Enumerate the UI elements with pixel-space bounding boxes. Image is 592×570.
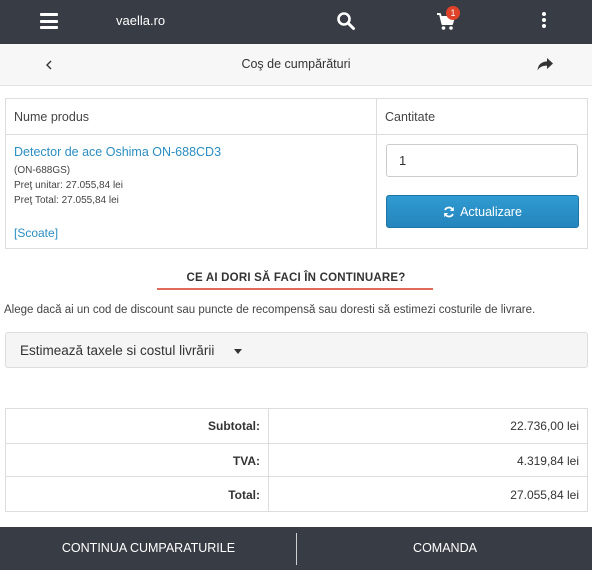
total-label: Total: — [228, 488, 260, 502]
share-icon[interactable] — [536, 56, 554, 72]
bottom-bar-divider — [296, 533, 297, 565]
continue-shopping-button[interactable]: CONTINUA CUMPARATURILE — [0, 527, 297, 570]
search-icon[interactable] — [336, 11, 356, 31]
cart-count-badge: 1 — [446, 6, 460, 20]
cart-table: Nume produs Cantitate Detector de ace Os… — [5, 98, 588, 249]
estimate-shipping-label: Estimează taxele si costul livrării — [20, 343, 215, 358]
vat-label: TVA: — [232, 454, 260, 468]
checkout-button[interactable]: COMANDA — [298, 527, 592, 570]
cart-table-header — [6, 99, 587, 135]
vat-value: 4.319,84 lei — [516, 454, 579, 468]
page-title: Coş de cumpărături — [241, 57, 351, 71]
remove-product-link[interactable]: [Scoate] — [14, 226, 58, 240]
caret-down-icon — [234, 349, 242, 354]
next-steps-description: Alege dacă ai un cod de discount sau pun… — [4, 304, 536, 316]
total-value: 27.055,84 lei — [510, 488, 579, 502]
heading-underline — [157, 288, 433, 290]
totals-row-total: Total: 27.055,84 lei — [6, 478, 587, 512]
col-header-product: Nume produs — [14, 110, 90, 124]
update-button[interactable]: Actualizare — [386, 195, 579, 228]
subtotal-value: 22.736,00 lei — [510, 419, 579, 433]
brand-name[interactable]: vaella.ro — [116, 13, 165, 28]
quantity-input[interactable] — [386, 144, 578, 177]
col-header-quantity: Cantitate — [385, 110, 436, 124]
product-total-price: Preţ Total: 27.055,84 lei — [14, 195, 119, 206]
column-divider — [376, 99, 377, 248]
top-bar: vaella.ro 1 — [0, 0, 592, 44]
estimate-shipping-toggle[interactable]: Estimează taxele si costul livrării — [5, 332, 588, 368]
totals-row-subtotal: Subtotal: 22.736,00 lei — [6, 409, 587, 443]
totals-row-vat: TVA: 4.319,84 lei — [6, 443, 587, 477]
totals-column-divider — [268, 409, 269, 511]
next-steps-heading: CE AI DORI SĂ FACI ÎN CONTINUARE? — [186, 272, 406, 284]
bottom-action-bar: CONTINUA CUMPARATURILE COMANDA — [0, 527, 592, 570]
kebab-menu-icon[interactable] — [540, 12, 548, 30]
product-name-link[interactable]: Detector de ace Oshima ON-688CD3 — [14, 145, 221, 159]
totals-table: Subtotal: 22.736,00 lei TVA: 4.319,84 le… — [5, 408, 588, 512]
menu-icon[interactable] — [40, 13, 58, 29]
product-model: (ON-688GS) — [14, 165, 71, 176]
update-button-label: Actualizare — [460, 204, 522, 219]
page-header: Coş de cumpărături — [0, 44, 592, 86]
subtotal-label: Subtotal: — [208, 419, 260, 433]
refresh-icon — [444, 206, 454, 217]
product-unit-price: Preţ unitar: 27.055,84 lei — [14, 180, 123, 191]
